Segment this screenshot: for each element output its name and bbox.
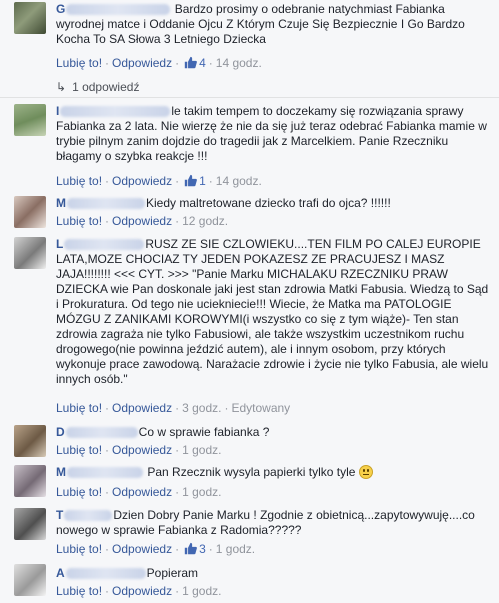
comment-body: A Popieram Lubię to! · Odpowiedz · 1 godz. (56, 566, 491, 598)
author-name[interactable]: D (56, 425, 139, 439)
reply-arrow-icon: ↳ (56, 80, 67, 94)
comment-actions: Lubię to! · Odpowiedz · 1 · 14 godz. (56, 174, 262, 188)
timestamp[interactable]: 14 godz. (216, 56, 262, 70)
thumbs-up-icon[interactable] (184, 56, 197, 69)
author-name[interactable]: A (56, 566, 147, 580)
comment-body: T Dzien Dobry Panie Marku ! Zgodnie z obi… (56, 508, 491, 556)
comment-message: Kiedy maltretowane dziecko trafi do ojca… (146, 196, 391, 210)
comment-body: D Co w sprawie fabianka ? Lubię to! · Odpow… (56, 425, 491, 457)
comment-text: M Kiedy maltretowane dziecko trafi do ojc… (56, 196, 491, 211)
timestamp[interactable]: 3 godz. (182, 401, 221, 415)
comment-item: Ile takim tempem to doczekamy się rozwią… (0, 104, 499, 192)
avatar[interactable] (14, 196, 46, 228)
comment-body: G Bardzo prosimy o odebranie natychmiast… (56, 2, 491, 70)
comment-body: Ile takim tempem to doczekamy się rozwią… (56, 104, 491, 188)
avatar[interactable] (14, 564, 46, 596)
like-link[interactable]: Lubię to! (56, 56, 102, 70)
reply-link[interactable]: Odpowiedz (112, 443, 172, 457)
comment-message: Pan Rzecznik wysyla papierki tylko tyle (147, 465, 356, 479)
comment-item: A Popieram Lubię to! · Odpowiedz · 1 godz. (0, 564, 499, 602)
timestamp[interactable]: 12 godz. (182, 214, 228, 228)
comment-text: G Bardzo prosimy o odebranie natychmiast… (56, 2, 491, 47)
reply-link[interactable]: Odpowiedz (112, 542, 172, 556)
comment-item: L RUSZ ZE SIE CZLOWIEKU....TEN FILM PO CA… (0, 237, 499, 417)
comment-item: M Kiedy maltretowane dziecko trafi do ojc… (0, 196, 499, 232)
comment-actions: Lubię to! · Odpowiedz · 3 · 1 godz. (56, 542, 256, 556)
comment-item: T Dzien Dobry Panie Marku ! Zgodnie z obi… (0, 508, 499, 558)
reply-link[interactable]: Odpowiedz (112, 584, 172, 598)
like-link[interactable]: Lubię to! (56, 214, 102, 228)
comment-text: A Popieram (56, 566, 491, 581)
reply-link[interactable]: Odpowiedz (112, 174, 172, 188)
comment-text: L RUSZ ZE SIE CZLOWIEKU....TEN FILM PO CA… (56, 237, 491, 387)
reply-link[interactable]: Odpowiedz (112, 485, 172, 499)
comment-actions: Lubię to! · Odpowiedz · 12 godz. (56, 214, 229, 228)
author-name[interactable]: M (56, 465, 144, 479)
avatar[interactable] (14, 104, 46, 136)
author-name[interactable]: T (56, 508, 113, 522)
avatar[interactable] (14, 425, 46, 457)
like-count[interactable]: 1 (199, 174, 206, 188)
like-link[interactable]: Lubię to! (56, 443, 102, 457)
timestamp[interactable]: 14 godz. (216, 174, 262, 188)
reply-link[interactable]: Odpowiedz (112, 214, 172, 228)
thumbs-up-icon[interactable] (184, 542, 197, 555)
like-link[interactable]: Lubię to! (56, 542, 102, 556)
like-link[interactable]: Lubię to! (56, 174, 102, 188)
thumbs-up-icon[interactable] (184, 174, 197, 187)
comment-text: Ile takim tempem to doczekamy się rozwią… (56, 104, 491, 164)
comment-text: T Dzien Dobry Panie Marku ! Zgodnie z obi… (56, 508, 491, 538)
replies-count[interactable]: 1 odpowiedź (72, 80, 139, 94)
comment-actions: Lubię to! · Odpowiedz · 3 godz. · Edytowany (56, 401, 291, 415)
replies-toggle[interactable]: ↳ 1 odpowiedź (56, 80, 139, 94)
smiley-icon (358, 465, 373, 479)
comment-text: M Pan Rzecznik wysyla papierki tylko tyl… (56, 465, 491, 480)
author-name[interactable]: M (56, 196, 146, 210)
comment-item: G Bardzo prosimy o odebranie natychmiast… (0, 2, 499, 100)
avatar[interactable] (14, 465, 46, 497)
avatar[interactable] (14, 237, 46, 269)
avatar[interactable] (14, 508, 46, 540)
comment-actions: Lubię to! · Odpowiedz · 1 godz. (56, 584, 222, 598)
comment-item: M Pan Rzecznik wysyla papierki tylko tyl… (0, 465, 499, 501)
like-link[interactable]: Lubię to! (56, 584, 102, 598)
comments-feed: G Bardzo prosimy o odebranie natychmiast… (0, 0, 499, 603)
author-name[interactable]: I (56, 104, 171, 118)
reply-link[interactable]: Odpowiedz (112, 56, 172, 70)
comment-message: Dzien Dobry Panie Marku ! Zgodnie z obie… (56, 508, 475, 537)
timestamp[interactable]: 1 godz. (182, 443, 221, 457)
divider (0, 97, 499, 98)
author-name[interactable]: L (56, 237, 145, 251)
avatar[interactable] (14, 2, 46, 34)
like-count[interactable]: 3 (199, 542, 206, 556)
comment-item: D Co w sprawie fabianka ? Lubię to! · Odpow… (0, 425, 499, 461)
timestamp[interactable]: 1 godz. (182, 584, 221, 598)
timestamp[interactable]: 1 godz. (182, 485, 221, 499)
reply-link[interactable]: Odpowiedz (112, 401, 172, 415)
comment-message: RUSZ ZE SIE CZLOWIEKU....TEN FILM PO CAL… (56, 237, 489, 386)
comment-actions: Lubię to! · Odpowiedz · 4 · 14 godz. (56, 56, 262, 70)
comment-actions: Lubię to! · Odpowiedz · 1 godz. (56, 443, 222, 457)
like-link[interactable]: Lubię to! (56, 401, 102, 415)
comment-body: M Kiedy maltretowane dziecko trafi do ojc… (56, 196, 491, 228)
comment-message: Co w sprawie fabianka ? (138, 425, 270, 439)
edited-label[interactable]: Edytowany (231, 401, 290, 415)
like-link[interactable]: Lubię to! (56, 485, 102, 499)
timestamp[interactable]: 1 godz. (216, 542, 255, 556)
comment-message: Popieram (146, 566, 199, 580)
comment-body: M Pan Rzecznik wysyla papierki tylko tyl… (56, 465, 491, 499)
comment-actions: Lubię to! · Odpowiedz · 1 godz. (56, 485, 222, 499)
like-count[interactable]: 4 (199, 56, 206, 70)
comment-body: L RUSZ ZE SIE CZLOWIEKU....TEN FILM PO CA… (56, 237, 491, 415)
comment-text: D Co w sprawie fabianka ? (56, 425, 491, 440)
author-name[interactable]: G (56, 2, 171, 16)
